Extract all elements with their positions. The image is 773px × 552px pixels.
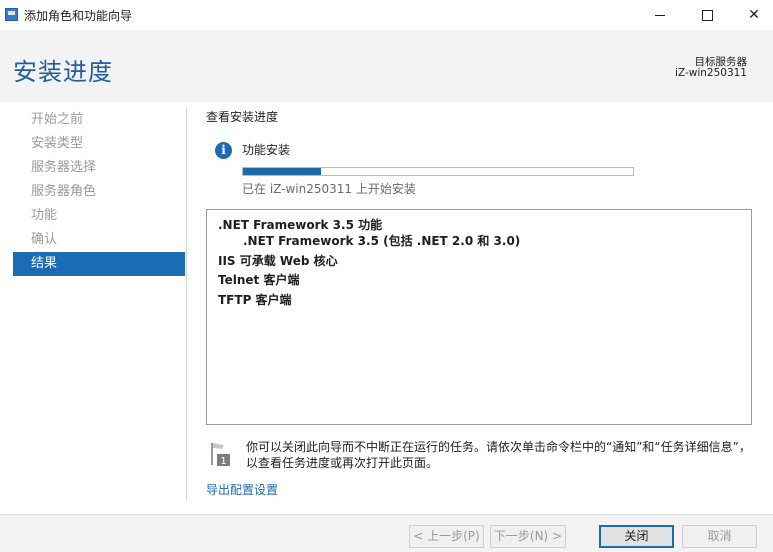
minimize-icon (655, 14, 665, 16)
minimize-button[interactable] (637, 0, 683, 30)
nav-item-installation-type[interactable]: 安装类型 (13, 132, 185, 156)
close-icon: ✕ (748, 7, 760, 23)
install-progress-bar (242, 167, 634, 176)
page-header: 安装进度 目标服务器 iZ-win250311 (0, 30, 773, 102)
progress-status: 已在 iZ-win250311 上开始安装 (242, 182, 416, 196)
nav-item-confirmation[interactable]: 确认 (13, 228, 185, 252)
close-window-button[interactable]: ✕ (731, 0, 773, 30)
results-list[interactable]: .NET Framework 3.5 功能 .NET Framework 3.5… (206, 209, 752, 425)
target-server-name: iZ-win250311 (675, 67, 747, 79)
maximize-button[interactable] (684, 0, 730, 30)
result-item: .NET Framework 3.5 功能 (218, 218, 383, 232)
maximize-icon (701, 9, 713, 21)
wizard-app-icon (5, 8, 18, 21)
next-button[interactable]: 下一步(N) > (490, 525, 566, 548)
nav-item-features[interactable]: 功能 (13, 204, 185, 228)
export-configuration-link[interactable]: 导出配置设置 (206, 481, 278, 498)
previous-button[interactable]: < 上一步(P) (409, 525, 484, 548)
info-icon: i (215, 142, 232, 159)
wizard-steps-nav: 开始之前 安装类型 服务器选择 服务器角色 功能 确认 结果 (13, 108, 185, 276)
feature-install-label: 功能安装 (242, 143, 291, 157)
notice-text: 你可以关闭此向导而不中断正在运行的任务。请依次单击命令栏中的“通知”和“任务详细… (246, 440, 751, 470)
result-item: Telnet 客户端 (218, 273, 300, 287)
window-title: 添加角色和功能向导 (24, 9, 133, 23)
result-item: TFTP 客户端 (218, 293, 292, 307)
notification-count: 1 (220, 456, 226, 466)
cancel-button[interactable]: 取消 (682, 525, 757, 548)
page-title: 安装进度 (13, 58, 113, 86)
title-bar: 添加角色和功能向导 ✕ (0, 0, 773, 30)
progress-fill (243, 168, 321, 175)
nav-item-server-selection[interactable]: 服务器选择 (13, 156, 185, 180)
result-item: IIS 可承载 Web 核心 (218, 254, 338, 268)
notification-flag-icon: 1 (211, 443, 230, 466)
result-subitem: .NET Framework 3.5 (包括 .NET 2.0 和 3.0) (243, 234, 521, 248)
nav-item-before-you-begin[interactable]: 开始之前 (13, 108, 185, 132)
nav-item-results[interactable]: 结果 (13, 252, 185, 276)
nav-item-server-roles[interactable]: 服务器角色 (13, 180, 185, 204)
nav-divider (186, 108, 187, 500)
close-button[interactable]: 关闭 (599, 525, 674, 548)
section-label: 查看安装进度 (206, 110, 279, 124)
